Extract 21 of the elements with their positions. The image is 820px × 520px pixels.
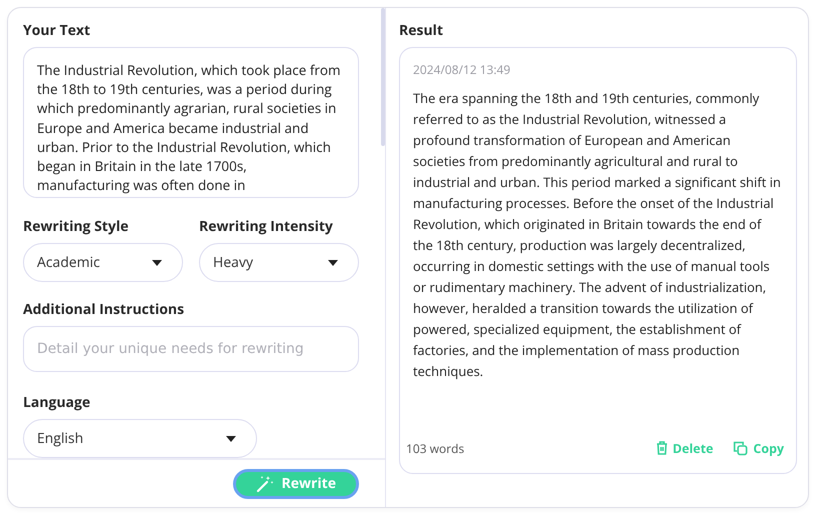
caret-icon	[226, 436, 236, 442]
caret-icon	[328, 260, 338, 266]
input-field[interactable]: Detail your unique needs for rewriting	[23, 326, 359, 372]
caret-icon	[152, 260, 162, 266]
dropdown[interactable]: Academic	[23, 243, 183, 282]
section-label: Result	[399, 21, 444, 40]
copy-icon	[733, 440, 748, 456]
dropdown[interactable]: English	[23, 419, 257, 458]
field-label: Language	[23, 393, 92, 412]
text-area[interactable]: The Industrial Revolution, which took place from the 18th to 19th centuries, was a period during which predominantly agrarian, rural societies in Europe and America became industrial and urban. Prior to the Industrial Revolution, which began in Britain in the late 1700s, manufacturing was often done in	[23, 47, 359, 198]
word-count: 103 words	[406, 440, 466, 456]
result-text: The era spanning the 18th and 19th centuries, commonly referred to as the Industrial Revolution, witnessed a profound transformation of European and American societies from predominantly agricultural and rural to industrial and urban. This period marked a significant shift in manufacturing processes. Before the onset of the Industrial Revolution, which originated in Britain towards the end of the 18th century, production was largely decentralized, occurring in domestic settings with the use of manual tools or rudimentary machinery. The advent of industrialization, however, heralded a transition towards the utilization of powered, specialized equipment, the establishment of factories, and the implementation of mass production techniques.	[413, 88, 782, 382]
field-label: Rewriting Intensity	[199, 217, 334, 236]
field-label: Rewriting Style	[23, 217, 130, 236]
timestamp: 2024/08/12 13:49	[413, 61, 512, 78]
field-label: Your Text	[23, 21, 92, 40]
trash-icon	[656, 441, 668, 455]
field-label: Additional Instructions	[23, 300, 186, 319]
magic-wand-icon	[256, 474, 274, 492]
dropdown[interactable]: Heavy	[199, 243, 359, 282]
scrollbar-thumb[interactable]	[381, 8, 385, 146]
